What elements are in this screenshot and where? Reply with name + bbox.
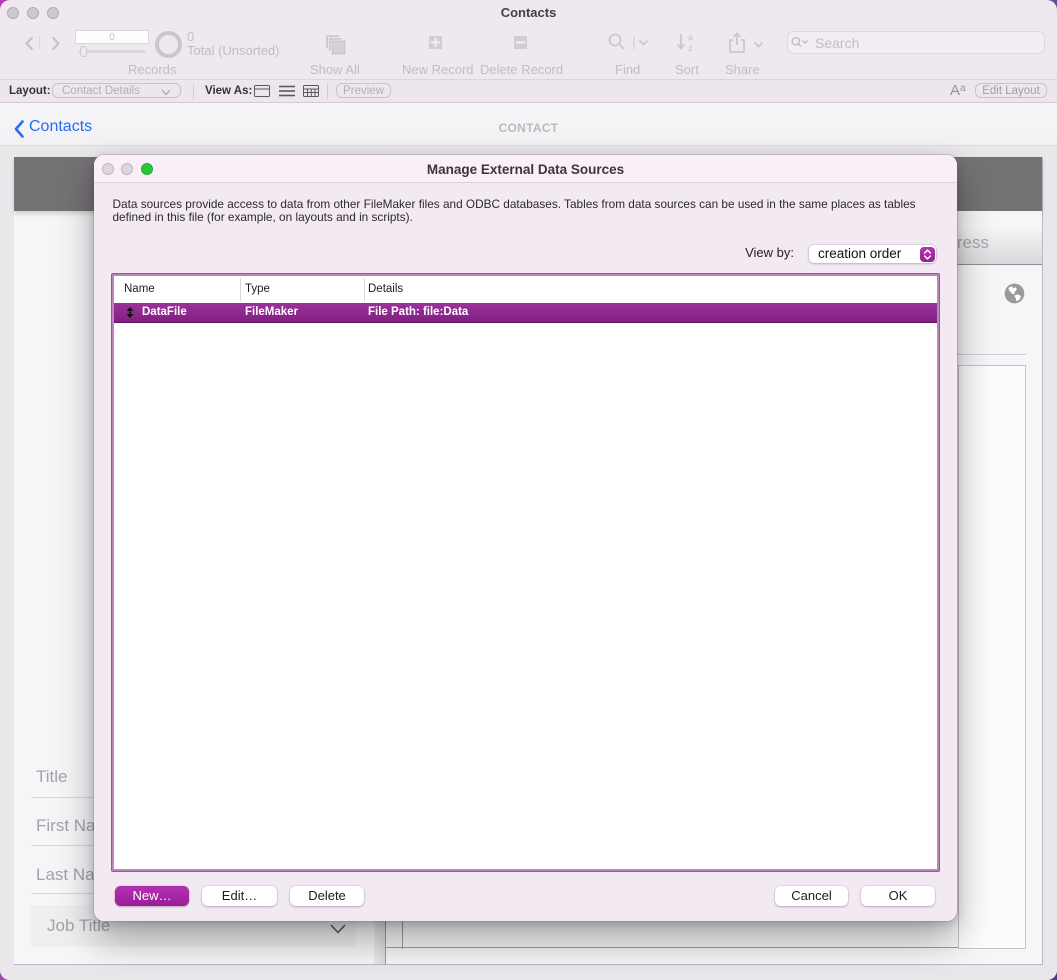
svg-text:z: z	[688, 43, 693, 53]
svg-text:a: a	[688, 32, 693, 42]
